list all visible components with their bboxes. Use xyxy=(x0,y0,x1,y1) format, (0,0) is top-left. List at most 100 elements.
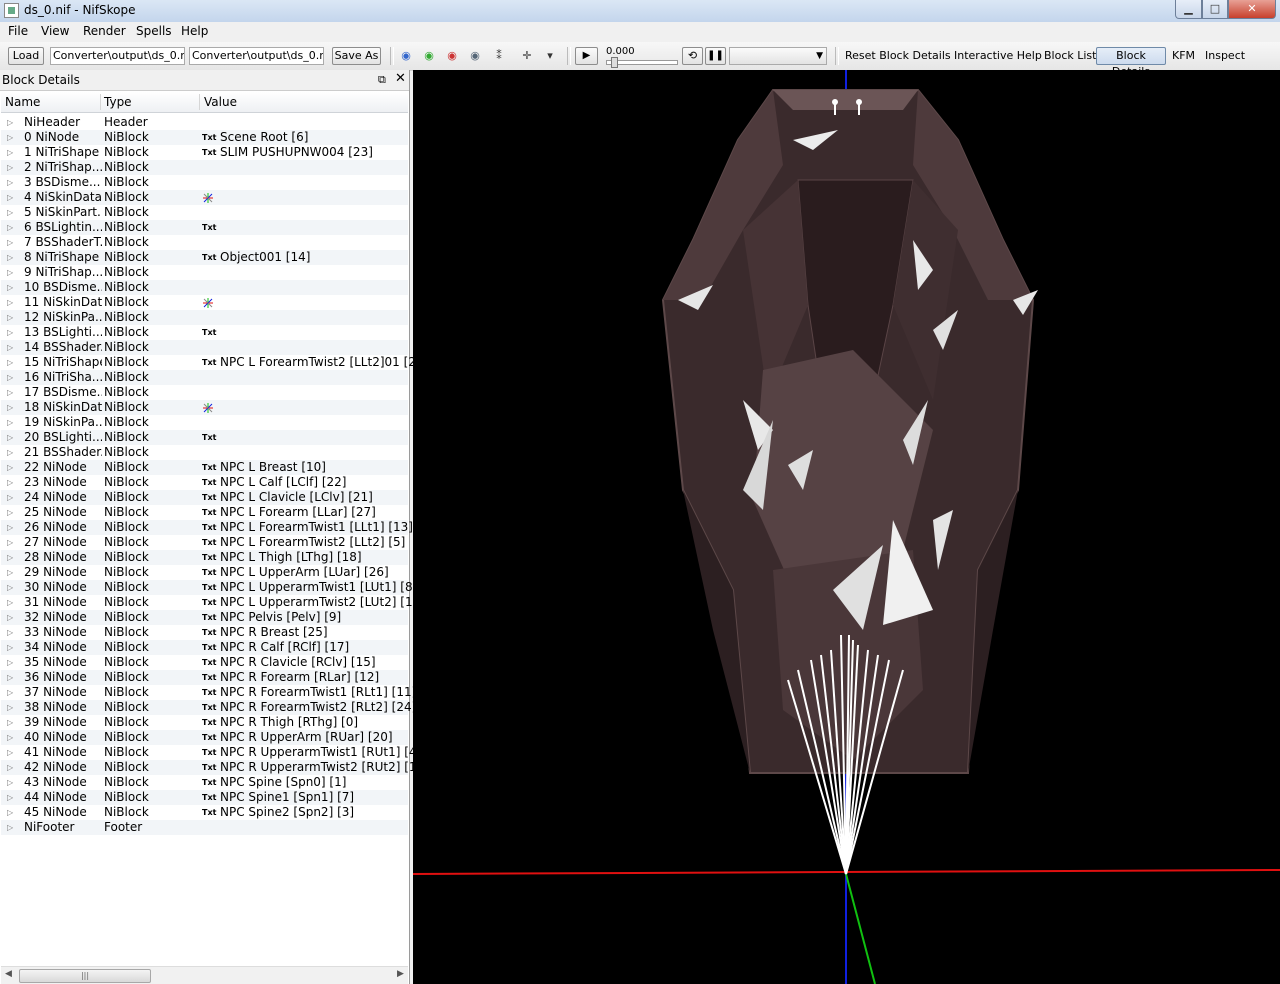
tree-row[interactable]: ▷ 11 NiSkinData NiBlock xyxy=(1,295,408,310)
menu-spells[interactable]: Spells xyxy=(136,24,172,38)
expand-arrow-icon[interactable]: ▷ xyxy=(7,775,13,790)
expand-arrow-icon[interactable]: ▷ xyxy=(7,595,13,610)
tree-row[interactable]: ▷ 24 NiNode NiBlock Txt NPC L Clavicle [LClv… xyxy=(1,490,408,505)
time-slider[interactable] xyxy=(606,57,678,68)
menu-file[interactable]: File xyxy=(8,24,28,38)
tree-row[interactable]: ▷ 29 NiNode NiBlock Txt NPC L UpperArm [LUar… xyxy=(1,565,408,580)
tree-row[interactable]: ▷ 3 BSDisme... NiBlock xyxy=(1,175,408,190)
tree-row[interactable]: ▷ 19 NiSkinPa... NiBlock xyxy=(1,415,408,430)
expand-arrow-icon[interactable]: ▷ xyxy=(7,820,13,835)
tree-row[interactable]: ▷ 41 NiNode NiBlock Txt NPC R UpperarmTwist1… xyxy=(1,745,421,760)
block-details-toggle[interactable]: Block Details xyxy=(1096,47,1166,78)
interactive-help-link[interactable]: Interactive Help xyxy=(954,49,1042,62)
tree-row[interactable]: ▷ 27 NiNode NiBlock Txt NPC L ForearmTwist2 … xyxy=(1,535,408,550)
expand-arrow-icon[interactable]: ▷ xyxy=(7,700,13,715)
tree-row[interactable]: ▷ 26 NiNode NiBlock Txt NPC L ForearmTwist1 … xyxy=(1,520,413,535)
tree-row[interactable]: ▷ 42 NiNode NiBlock Txt NPC R UpperarmTwist2… xyxy=(1,760,429,775)
time-slider-handle[interactable] xyxy=(611,57,618,68)
render-viewport[interactable] xyxy=(413,70,1280,984)
expand-arrow-icon[interactable]: ▷ xyxy=(7,400,13,415)
expand-arrow-icon[interactable]: ▷ xyxy=(7,145,13,160)
expand-arrow-icon[interactable]: ▷ xyxy=(7,175,13,190)
loop-button[interactable]: ⟲ xyxy=(682,47,703,65)
close-button[interactable]: ✕ xyxy=(1228,0,1276,19)
expand-arrow-icon[interactable]: ▷ xyxy=(7,670,13,685)
footprint-icon[interactable]: ⁑ xyxy=(491,50,507,62)
expand-arrow-icon[interactable]: ▷ xyxy=(7,325,13,340)
kfm-link[interactable]: KFM xyxy=(1172,49,1195,62)
expand-arrow-icon[interactable]: ▷ xyxy=(7,760,13,775)
reset-block-details-link[interactable]: Reset Block Details xyxy=(845,49,951,62)
expand-arrow-icon[interactable]: ▷ xyxy=(7,460,13,475)
close-icon[interactable]: ✕ xyxy=(395,71,406,86)
expand-arrow-icon[interactable]: ▷ xyxy=(7,640,13,655)
tree-row[interactable]: ▷ 8 NiTriShape NiBlock Txt Object001 [14] xyxy=(1,250,408,265)
tree-row[interactable]: ▷ 37 NiNode NiBlock Txt NPC R ForearmTwist1 … xyxy=(1,685,416,700)
tree-row[interactable]: ▷ 30 NiNode NiBlock Txt NPC L UpperarmTwist1… xyxy=(1,580,417,595)
expand-arrow-icon[interactable]: ▷ xyxy=(7,580,13,595)
menu-view[interactable]: View xyxy=(41,24,69,38)
expand-arrow-icon[interactable]: ▷ xyxy=(7,655,13,670)
expand-arrow-icon[interactable]: ▷ xyxy=(7,550,13,565)
expand-arrow-icon[interactable]: ▷ xyxy=(7,610,13,625)
minimize-button[interactable]: ▁ xyxy=(1175,0,1202,19)
menu-render[interactable]: Render xyxy=(83,24,126,38)
maximize-button[interactable]: □ xyxy=(1202,0,1228,19)
tree-row[interactable]: ▷ 38 NiNode NiBlock Txt NPC R ForearmTwist2 … xyxy=(1,700,416,715)
save-path-field[interactable]: Converter\output\ds_0.nif xyxy=(189,47,324,65)
expand-arrow-icon[interactable]: ▷ xyxy=(7,535,13,550)
tree-row[interactable]: ▷ 39 NiNode NiBlock Txt NPC R Thigh [RThg] [… xyxy=(1,715,408,730)
save-as-button[interactable]: Save As xyxy=(332,47,381,65)
scroll-left-icon[interactable]: ◀ xyxy=(5,969,12,979)
tree-row[interactable]: ▷ 9 NiTriShap... NiBlock xyxy=(1,265,408,280)
play-button[interactable]: ▶ xyxy=(575,47,598,65)
expand-arrow-icon[interactable]: ▷ xyxy=(7,115,13,130)
expand-arrow-icon[interactable]: ▷ xyxy=(7,805,13,820)
expand-arrow-icon[interactable]: ▷ xyxy=(7,295,13,310)
tree-row[interactable]: ▷ 25 NiNode NiBlock Txt NPC L Forearm [LLar]… xyxy=(1,505,408,520)
tree-row[interactable]: ▷ 28 NiNode NiBlock Txt NPC L Thigh [LThg] [… xyxy=(1,550,408,565)
tree-row[interactable]: ▷ NiHeader Header xyxy=(1,115,408,130)
tree-row[interactable]: ▷ 7 BSShaderT...NiBlock xyxy=(1,235,408,250)
move-axis-icon[interactable]: ✛ xyxy=(519,50,535,62)
expand-arrow-icon[interactable]: ▷ xyxy=(7,130,13,145)
tree-row[interactable]: ▷ 22 NiNode NiBlock Txt NPC L Breast [10] xyxy=(1,460,408,475)
tree-row[interactable]: ▷ 2 NiTriShap... NiBlock xyxy=(1,160,408,175)
expand-arrow-icon[interactable]: ▷ xyxy=(7,730,13,745)
float-icon[interactable]: ⧉ xyxy=(378,73,386,87)
tree-row[interactable]: ▷ 6 BSLightin... NiBlock Txt xyxy=(1,220,408,235)
tree-row[interactable]: ▷ 44 NiNode NiBlock Txt NPC Spine1 [Spn1] [7… xyxy=(1,790,408,805)
inspect-link[interactable]: Inspect xyxy=(1205,49,1245,62)
expand-arrow-icon[interactable]: ▷ xyxy=(7,265,13,280)
tree-row[interactable]: ▷ 31 NiNode NiBlock Txt NPC L UpperarmTwist2… xyxy=(1,595,425,610)
tree-row[interactable]: ▷ 33 NiNode NiBlock Txt NPC R Breast [25] xyxy=(1,625,408,640)
view-eye-green-icon[interactable]: ◉ xyxy=(421,50,437,62)
tree-row[interactable]: ▷ 21 BSShader...NiBlock xyxy=(1,445,408,460)
expand-arrow-icon[interactable]: ▷ xyxy=(7,625,13,640)
expand-arrow-icon[interactable]: ▷ xyxy=(7,520,13,535)
column-value[interactable]: Value xyxy=(204,95,237,109)
scroll-right-icon[interactable]: ▶ xyxy=(397,969,404,979)
tree-row[interactable]: ▷ 1 NiTriShape NiBlock Txt SLIM PUSHUPNW004 … xyxy=(1,145,408,160)
block-list-link[interactable]: Block List xyxy=(1044,49,1096,62)
tree-row[interactable]: ▷ 34 NiNode NiBlock Txt NPC R Calf [RClf] [1… xyxy=(1,640,408,655)
tree-row[interactable]: ▷ 40 NiNode NiBlock Txt NPC R UpperArm [RUar… xyxy=(1,730,408,745)
expand-arrow-icon[interactable]: ▷ xyxy=(7,385,13,400)
column-divider[interactable] xyxy=(199,94,200,110)
expand-arrow-icon[interactable]: ▷ xyxy=(7,475,13,490)
tree-row[interactable]: ▷ 0 NiNode NiBlock Txt Scene Root [6] xyxy=(1,130,408,145)
view-eye-red-icon[interactable]: ◉ xyxy=(444,50,460,62)
expand-arrow-icon[interactable]: ▷ xyxy=(7,340,13,355)
expand-arrow-icon[interactable]: ▷ xyxy=(7,490,13,505)
expand-arrow-icon[interactable]: ▷ xyxy=(7,715,13,730)
expand-arrow-icon[interactable]: ▷ xyxy=(7,310,13,325)
expand-arrow-icon[interactable]: ▷ xyxy=(7,220,13,235)
expand-arrow-icon[interactable]: ▷ xyxy=(7,790,13,805)
tree-row[interactable]: ▷ 45 NiNode NiBlock Txt NPC Spine2 [Spn2] [3… xyxy=(1,805,408,820)
expand-arrow-icon[interactable]: ▷ xyxy=(7,370,13,385)
load-button[interactable]: Load xyxy=(8,47,44,65)
expand-arrow-icon[interactable]: ▷ xyxy=(7,685,13,700)
expand-arrow-icon[interactable]: ▷ xyxy=(7,205,13,220)
expand-arrow-icon[interactable]: ▷ xyxy=(7,235,13,250)
dropdown-arrow-icon[interactable]: ▾ xyxy=(542,50,558,62)
